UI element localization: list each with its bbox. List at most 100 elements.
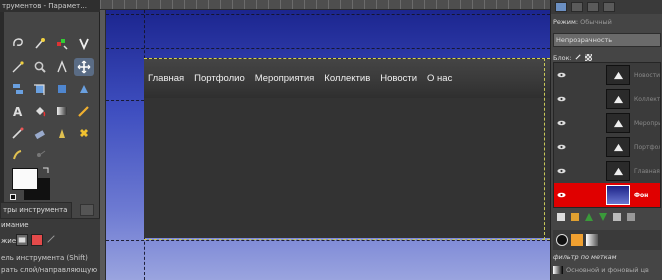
layer-row[interactable]: Коллектив [554,87,660,111]
tool-toggle-option[interactable]: ель инструмента (Shift) [1,254,88,262]
pattern-icon[interactable] [571,234,583,246]
pencil-tool-icon[interactable] [74,102,94,120]
heal-tool-icon[interactable] [74,124,94,142]
text-layer-thumbnail-icon [606,89,630,109]
zoom-tool-icon[interactable] [30,58,50,76]
rotate-tool-icon[interactable] [52,80,72,98]
layer-name[interactable]: Фон [634,192,660,199]
move-mode-label: жие [1,237,17,245]
visibility-eye-icon[interactable] [554,72,568,78]
blend-mode-row[interactable]: Режим: Обычный [553,18,612,26]
measure-tool-icon[interactable] [52,58,72,76]
layers-tab-icon[interactable] [555,2,567,12]
text-layer-thumbnail-icon [606,161,630,181]
airbrush-tool-icon[interactable] [8,124,28,142]
move-tool-icon[interactable] [74,58,94,76]
layers-buttons-bar [553,210,661,224]
clone-tool-icon[interactable] [52,124,72,142]
guide-line[interactable] [106,240,550,241]
layer-row[interactable]: Новости [554,63,660,87]
tool-options-dock-button[interactable] [80,204,94,216]
blend-tool-icon[interactable] [52,102,72,120]
svg-text:A: A [13,105,23,118]
visibility-eye-icon[interactable] [554,168,568,174]
layer-name[interactable]: Новости [634,72,660,79]
horizontal-ruler [100,0,550,10]
toolbox-title: трументов - Парамет... [0,0,100,12]
gradient-preview-icon [553,266,563,274]
layer-row[interactable]: Мероприятия [554,111,660,135]
nav-item-home: Главная [148,73,185,84]
opacity-slider[interactable]: Непрозрачность [553,33,661,47]
tag-filter[interactable]: фильтр по меткам [553,253,617,261]
lock-label: Блок: [553,53,572,62]
dodge-burn-tool-icon[interactable] [30,146,50,164]
nav-item-about: О нас [427,73,453,84]
blend-mode-value[interactable]: Обычный [580,18,612,26]
guide-line[interactable] [106,14,550,15]
content-area-layer[interactable] [144,98,550,238]
layer-boundary [144,239,550,240]
text-layer-thumbnail-icon [606,65,630,85]
layer-boundary [544,58,545,240]
scissors-select-tool-icon[interactable] [74,34,94,52]
channels-tab-icon[interactable] [571,2,583,12]
paths-tool-icon[interactable] [8,58,28,76]
swap-colors-icon[interactable] [42,166,50,174]
align-tool-icon[interactable] [8,80,28,98]
layer-name[interactable]: Портфолио [634,144,660,151]
layer-row[interactable]: Портфолио [554,135,660,159]
layers-panel: Режим: Обычный Непрозрачность Блок: Ново… [550,0,662,280]
scale-tool-icon[interactable] [74,80,94,98]
guide-line[interactable] [106,48,550,49]
text-tool-icon[interactable]: A [8,102,28,120]
move-selection-mode-button[interactable] [31,234,43,246]
default-colors-icon[interactable] [10,194,16,200]
crop-tool-icon[interactable] [30,80,50,98]
gradient-name: Основной и фоновый цв [566,266,649,274]
bucket-fill-tool-icon[interactable] [30,102,50,120]
smudge-tool-icon[interactable] [8,146,28,164]
fuzzy-select-tool-icon[interactable] [30,34,50,52]
free-select-tool-icon[interactable] [8,34,28,52]
nav-item-events: Мероприятия [254,73,315,84]
lock-pixels-icon[interactable] [575,53,582,62]
lower-layer-icon[interactable] [599,213,607,221]
foreground-color-swatch[interactable] [12,168,38,190]
eraser-tool-icon[interactable] [30,124,50,142]
move-path-mode-button[interactable] [46,234,58,246]
lock-row: Блок: [553,53,592,62]
visibility-eye-icon[interactable] [554,96,568,102]
gradient-icon[interactable] [586,234,598,246]
anchor-layer-icon[interactable] [627,213,635,221]
lock-alpha-icon[interactable] [584,54,592,61]
toolbox-panel: трументов - Парамет... A тры инструмента… [0,0,100,280]
layer-row[interactable]: Главная [554,159,660,183]
raise-layer-icon[interactable] [585,213,593,221]
layer-name[interactable]: Мероприятия [634,120,660,127]
new-layer-icon[interactable] [557,213,565,221]
paths-tab-icon[interactable] [587,2,599,12]
layer-name[interactable]: Коллектив [634,96,660,103]
tool-options-tab[interactable]: тры инструмента [0,202,72,218]
nav-item-news: Новости [380,73,418,84]
gradient-list-item[interactable]: Основной и фоновый цв [553,266,649,274]
tool-options-heading: имание [1,221,29,229]
select-by-color-tool-icon[interactable] [52,34,72,52]
layer-name[interactable]: Главная [634,168,660,175]
layer-row-selected[interactable]: Фон [554,183,660,207]
new-group-icon[interactable] [571,213,579,221]
visibility-eye-icon[interactable] [554,120,568,126]
image-canvas[interactable]: Главная Портфолио Мероприятия Коллектив … [100,0,550,280]
dock-tabs [551,0,662,14]
pick-layer-option[interactable]: рать слой/направляющую [1,266,97,274]
duplicate-layer-icon[interactable] [613,213,621,221]
site-nav-menu: Главная Портфолио Мероприятия Коллектив … [148,73,452,84]
text-layer-thumbnail-icon [606,113,630,133]
move-layer-mode-button[interactable] [16,234,28,246]
brushes-tabs [553,230,661,250]
undo-tab-icon[interactable] [603,2,615,12]
brush-icon[interactable] [556,234,568,246]
visibility-eye-icon[interactable] [554,192,568,198]
visibility-eye-icon[interactable] [554,144,568,150]
